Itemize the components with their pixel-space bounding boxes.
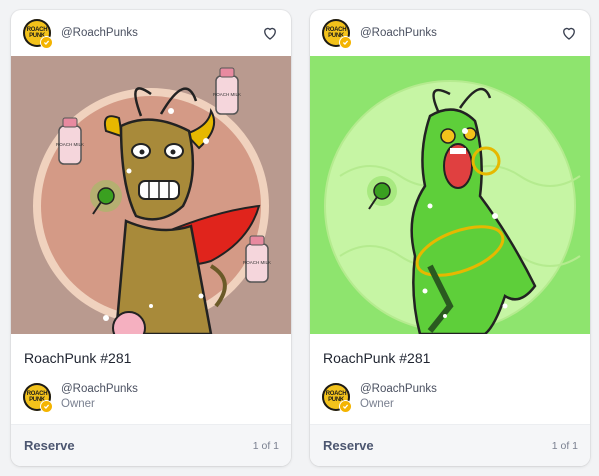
verified-badge-icon <box>339 36 352 49</box>
nft-card[interactable]: ROACH PUNK @RoachPunks <box>11 10 291 466</box>
collection-avatar[interactable]: ROACH PUNK <box>23 19 53 49</box>
nft-card[interactable]: ROACH PUNK @RoachPunks <box>310 10 590 466</box>
owner-row: ROACH PUNK @RoachPunks Owner <box>310 382 590 413</box>
owner-row: ROACH PUNK @RoachPunks Owner <box>11 382 291 413</box>
reserve-button[interactable]: Reserve <box>24 438 75 453</box>
owner-role: Owner <box>61 398 95 410</box>
verified-badge-icon <box>40 400 53 413</box>
collection-handle[interactable]: @RoachPunks <box>360 27 437 39</box>
verified-badge-icon <box>339 400 352 413</box>
card-header: ROACH PUNK @RoachPunks <box>11 10 291 56</box>
reserve-button[interactable]: Reserve <box>323 438 374 453</box>
edition-count: 1 of 1 <box>551 439 578 452</box>
owner-avatar[interactable]: ROACH PUNK <box>322 383 352 413</box>
owner-handle[interactable]: @RoachPunks <box>360 382 437 396</box>
owner-handle[interactable]: @RoachPunks <box>61 382 138 396</box>
card-header: ROACH PUNK @RoachPunks <box>310 10 590 56</box>
nft-title[interactable]: RoachPunk #281 <box>310 334 590 370</box>
nft-grid: ROACH PUNK @RoachPunks ROACH MILK ROACH … <box>0 0 599 476</box>
nft-title[interactable]: RoachPunk #281 <box>11 334 291 370</box>
card-footer: Reserve 1 of 1 <box>310 424 590 466</box>
bottle-label: ROACH MILK <box>213 92 241 97</box>
bottle-label: ROACH MILK <box>56 142 84 147</box>
collection-handle[interactable]: @RoachPunks <box>61 27 138 39</box>
owner-avatar[interactable]: ROACH PUNK <box>23 383 53 413</box>
nft-artwork[interactable] <box>310 56 590 334</box>
edition-count: 1 of 1 <box>252 439 279 452</box>
nft-artwork[interactable]: ROACH MILK ROACH MILK ROACH MILK <box>11 56 291 334</box>
verified-badge-icon <box>40 36 53 49</box>
heart-icon[interactable] <box>560 24 578 42</box>
collection-avatar[interactable]: ROACH PUNK <box>322 19 352 49</box>
heart-icon[interactable] <box>261 24 279 42</box>
owner-role: Owner <box>360 398 394 410</box>
card-footer: Reserve 1 of 1 <box>11 424 291 466</box>
bottle-label: ROACH MILK <box>243 260 271 265</box>
